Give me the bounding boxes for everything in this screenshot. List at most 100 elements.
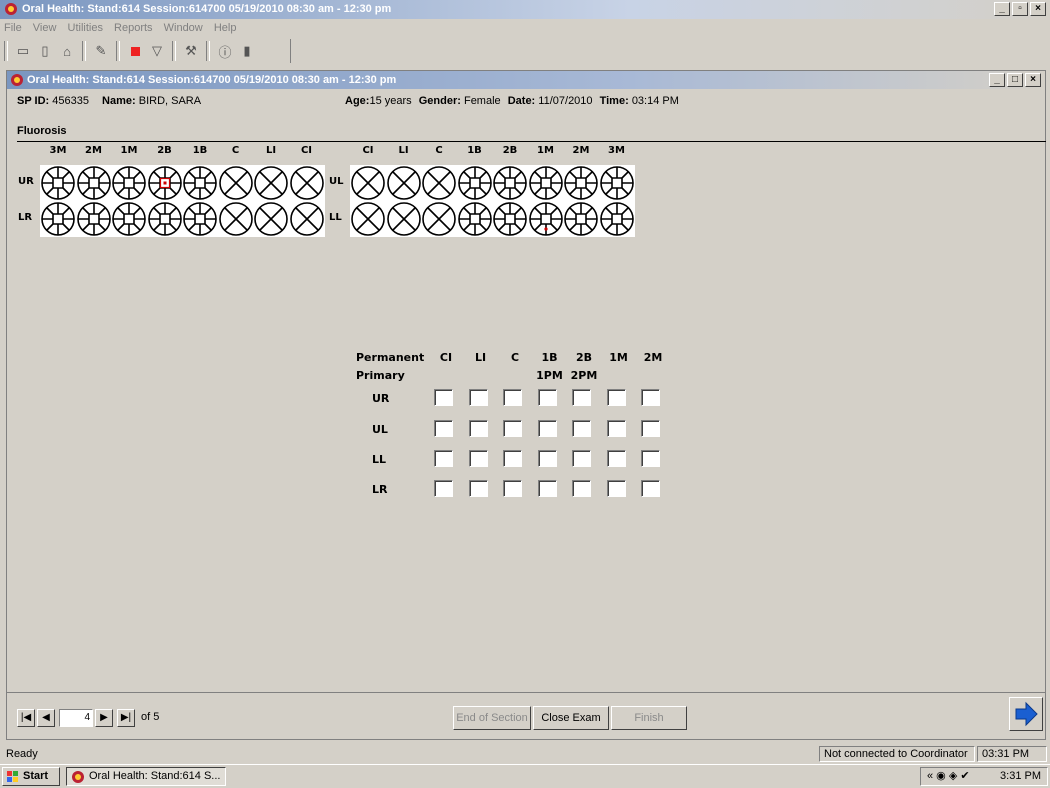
windows-logo-icon [7, 771, 18, 782]
checkbox-lr-2b[interactable] [572, 480, 591, 497]
checkbox-ur-c[interactable] [503, 389, 522, 406]
finish-button[interactable]: Finish [611, 706, 687, 730]
taskbar-app-button[interactable]: Oral Health: Stand:614 S... [66, 767, 226, 786]
checkbox-ul-ci[interactable] [434, 420, 453, 437]
tooth-header-right-3: 2B [157, 145, 172, 156]
checkbox-ll-2m[interactable] [641, 450, 660, 467]
tooth-ul-c[interactable] [421, 165, 457, 201]
next-arrow-button[interactable] [1009, 697, 1043, 731]
previous-page-button[interactable]: ◀ [37, 709, 55, 727]
checkbox-lr-li[interactable] [468, 480, 488, 497]
tooth-ul-1m[interactable] [527, 165, 564, 201]
checkbox-lr-1m[interactable] [606, 480, 626, 497]
gender-label: Gender: [418, 95, 461, 107]
menu-help[interactable]: Help [214, 22, 237, 34]
checkbox-lr-2m[interactable] [641, 480, 660, 497]
grid-column-2b: 2B [575, 351, 593, 364]
checkbox-ur-li[interactable] [468, 389, 488, 406]
restore-button[interactable]: ▫ [1012, 2, 1028, 16]
checkbox-ur-2m[interactable] [641, 389, 660, 406]
tools-icon[interactable]: ⚒ [180, 41, 202, 61]
tooth-lr-2b[interactable] [146, 201, 183, 237]
edit-icon[interactable]: ✎ [90, 41, 112, 61]
checkbox-lr-ci[interactable] [434, 480, 453, 497]
checkbox-lr-c[interactable] [503, 480, 522, 497]
menu-view[interactable]: View [33, 22, 57, 34]
checkbox-ur-1m[interactable] [606, 389, 626, 406]
status-bar: Ready Not connected to Coordinator 03:31… [0, 745, 1050, 763]
tooth-lr-li[interactable] [253, 201, 289, 237]
tooth-ul-1b[interactable] [456, 165, 493, 201]
child-maximize-button[interactable]: □ [1007, 73, 1023, 87]
first-page-button[interactable]: |◀ [17, 709, 35, 727]
tooth-ul-2m[interactable] [563, 165, 599, 201]
checkbox-ur-ci[interactable] [434, 389, 453, 406]
tooth-ll-3m[interactable] [598, 201, 635, 237]
checkbox-ul-c[interactable] [503, 420, 522, 437]
minimize-button[interactable]: _ [994, 2, 1010, 16]
tooth-ur-1m[interactable] [111, 165, 147, 201]
tooth-lr-1m[interactable] [111, 201, 147, 237]
tooth-ll-c[interactable] [421, 201, 457, 237]
start-button[interactable]: Start [2, 767, 60, 786]
open-folder-icon[interactable]: ⌂ [56, 41, 78, 61]
exit-icon[interactable]: ▮ [236, 41, 258, 61]
stop-icon[interactable] [124, 41, 146, 61]
help-icon[interactable]: ⓘ [214, 41, 236, 61]
clipboard-icon[interactable]: ▯ [34, 41, 56, 61]
checkbox-ul-2b[interactable] [572, 420, 591, 437]
tooth-ur-c[interactable] [217, 165, 254, 201]
last-page-button[interactable]: ▶| [117, 709, 135, 727]
checkbox-ul-2m[interactable] [641, 420, 660, 437]
next-page-button[interactable]: ▶ [95, 709, 113, 727]
checkbox-ll-1m[interactable] [606, 450, 626, 467]
checkbox-ll-1b[interactable] [537, 450, 557, 467]
checkbox-ur-1b[interactable] [537, 389, 557, 406]
tooth-ur-2m[interactable] [75, 165, 112, 201]
age-value: 15 years [369, 95, 412, 107]
tooth-ur-2b[interactable] [146, 165, 183, 201]
time-value: 03:14 PM [631, 95, 679, 107]
filter-icon[interactable]: ▽ [146, 41, 168, 61]
tooth-ul-2b[interactable] [492, 165, 528, 201]
checkbox-ll-li[interactable] [468, 450, 488, 467]
menu-window[interactable]: Window [164, 22, 203, 34]
new-icon[interactable]: ▭ [12, 41, 34, 61]
checkbox-lr-1b[interactable] [537, 480, 557, 497]
checkbox-ul-1m[interactable] [606, 420, 626, 437]
tooth-ur-1b[interactable] [182, 165, 218, 201]
tooth-ur-li[interactable] [253, 165, 289, 201]
tooth-ll-1m[interactable] [527, 201, 564, 237]
checkbox-ur-2b[interactable] [572, 389, 591, 406]
tooth-lr-3m[interactable] [40, 201, 76, 237]
checkbox-ll-c[interactable] [503, 450, 522, 467]
child-minimize-button[interactable]: _ [989, 73, 1005, 87]
tooth-ll-ci[interactable] [350, 201, 386, 237]
tooth-ul-3m[interactable] [598, 165, 635, 201]
menu-file[interactable]: File [4, 22, 22, 34]
tray-icons[interactable]: « ◉ ◈ ✔ [921, 768, 970, 785]
checkbox-ll-2b[interactable] [572, 450, 591, 467]
tooth-lr-1b[interactable] [182, 201, 218, 237]
menu-reports[interactable]: Reports [114, 22, 153, 34]
tooth-ul-ci[interactable] [350, 165, 386, 201]
close-button[interactable]: × [1030, 2, 1046, 16]
tooth-ur-3m[interactable] [40, 165, 76, 201]
tooth-ll-2m[interactable] [563, 201, 599, 237]
tooth-ll-li[interactable] [385, 201, 422, 237]
child-close-button[interactable]: × [1025, 73, 1041, 87]
page-number-input[interactable]: 4 [59, 709, 93, 727]
tooth-ll-1b[interactable] [456, 201, 493, 237]
tooth-lr-ci[interactable] [288, 201, 325, 237]
tooth-ul-li[interactable] [385, 165, 422, 201]
tooth-ll-2b[interactable] [492, 201, 528, 237]
checkbox-ul-li[interactable] [468, 420, 488, 437]
checkbox-ul-1b[interactable] [537, 420, 557, 437]
end-of-section-button[interactable]: End of Section [453, 706, 531, 730]
checkbox-ll-ci[interactable] [434, 450, 453, 467]
close-exam-button[interactable]: Close Exam [533, 706, 609, 730]
tooth-ur-ci[interactable] [288, 165, 325, 201]
menu-utilities[interactable]: Utilities [68, 22, 103, 34]
tooth-lr-2m[interactable] [75, 201, 112, 237]
tooth-lr-c[interactable] [217, 201, 254, 237]
